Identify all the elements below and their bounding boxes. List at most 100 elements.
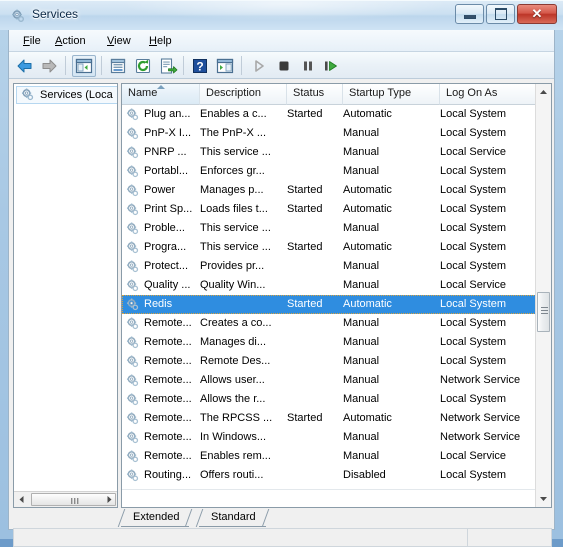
maximize-button[interactable] (486, 4, 515, 24)
show-action-pane-icon[interactable] (215, 56, 235, 76)
list-vertical-scrollbar[interactable] (535, 84, 551, 507)
table-row[interactable]: Proble... This service ... Manual Local Sys… (122, 219, 536, 238)
table-row[interactable]: Remote... Creates a co... Manual Local Syst… (122, 314, 536, 333)
table-row[interactable]: PNRP ... This service ... Manual Local Serv… (122, 143, 536, 162)
cell-logon: Local System (440, 108, 507, 120)
column-header-startup[interactable]: Startup Type (343, 84, 440, 105)
cell-name: Remote... (144, 450, 192, 462)
table-row[interactable]: Progra... This service ... Started Automati… (122, 238, 536, 257)
table-row[interactable]: Print Sp... Loads files t... Started Automa… (122, 200, 536, 219)
service-gear-icon (125, 259, 140, 274)
service-gear-icon (125, 335, 140, 350)
cell-logon: Local Service (440, 146, 507, 158)
column-header-status[interactable]: Status (287, 84, 343, 105)
help-icon[interactable]: ? (190, 56, 210, 76)
service-gear-icon (125, 278, 140, 293)
table-row[interactable]: Portabl... Enforces gr... Manual Local Syst… (122, 162, 536, 181)
list-bottom-strip (122, 489, 536, 507)
menu-item-view[interactable]: View (101, 34, 137, 48)
properties-icon[interactable] (108, 56, 128, 76)
cell-name: Remote... (144, 336, 192, 348)
table-row[interactable]: Remote... Remote Des... Manual Local System (122, 352, 536, 371)
cell-description: This service ... (200, 241, 271, 253)
cell-name: Remote... (144, 393, 192, 405)
cell-startup: Manual (343, 336, 380, 348)
column-header-description[interactable]: Description (200, 84, 287, 105)
table-row[interactable]: Remote... Manages di... Manual Local System (122, 333, 536, 352)
cell-name: Remote... (144, 355, 192, 367)
scroll-left-arrow-icon[interactable] (14, 492, 30, 507)
cell-startup: Automatic (343, 108, 392, 120)
cell-logon: Local System (440, 165, 507, 177)
scroll-right-arrow-icon[interactable] (101, 492, 117, 507)
cell-name: Remote... (144, 317, 192, 329)
cell-description: Provides pr... (200, 260, 265, 272)
cell-startup: Disabled (343, 469, 386, 481)
cell-logon: Local System (440, 260, 507, 272)
window-title: Services (32, 7, 79, 21)
cell-logon: Local System (440, 127, 507, 139)
table-row[interactable]: PnP-X I... The PnP-X ... Manual Local Syste… (122, 124, 536, 143)
close-button[interactable]: ✕ (517, 4, 557, 24)
cell-logon: Local System (440, 184, 507, 196)
minimize-icon (456, 5, 483, 23)
table-row[interactable]: Remote... Allows user... Manual Network Ser… (122, 371, 536, 390)
cell-startup: Manual (343, 260, 380, 272)
svg-text:?: ? (196, 60, 203, 74)
table-row[interactable]: Protect... Provides pr... Manual Local Syst… (122, 257, 536, 276)
cell-startup: Manual (343, 393, 380, 405)
column-header-name[interactable]: Name (122, 84, 200, 105)
scroll-up-arrow-icon[interactable] (536, 84, 551, 101)
tree-horizontal-scrollbar[interactable] (14, 491, 117, 507)
cell-name: Remote... (144, 374, 192, 386)
status-bar-right (468, 528, 552, 547)
service-gear-icon (125, 411, 140, 426)
table-row[interactable]: Plug an... Enables a c... Started Automatic… (122, 105, 536, 124)
cell-logon: Local System (440, 336, 507, 348)
cell-logon: Local Service (440, 279, 507, 291)
cell-startup: Automatic (343, 203, 392, 215)
menu-item-file[interactable]: File (17, 34, 47, 48)
cell-logon: Local Service (440, 450, 507, 462)
toolbar-separator (241, 56, 242, 75)
cell-name: Quality ... (144, 279, 191, 291)
console-tree-pane: Services (Loca (13, 83, 118, 508)
back-arrow-icon[interactable] (15, 56, 35, 76)
menu-item-action[interactable]: Action (49, 34, 92, 48)
services-list-body[interactable]: Plug an... Enables a c... Started Automatic… (122, 105, 536, 489)
table-row[interactable]: Redis Started Automatic Local System (122, 295, 536, 314)
services-gear-icon (10, 8, 26, 24)
tree-item-services-local[interactable]: Services (Loca (16, 86, 117, 104)
service-gear-icon (125, 468, 140, 483)
pause-service-icon[interactable] (298, 56, 318, 76)
restart-service-icon[interactable] (321, 56, 341, 76)
service-gear-icon (125, 183, 140, 198)
table-row[interactable]: Remote... The RPCSS ... Started Automatic Ne… (122, 409, 536, 428)
toolbar-separator (65, 56, 66, 75)
cell-description: The PnP-X ... (200, 127, 267, 139)
scroll-down-arrow-icon[interactable] (536, 490, 551, 507)
menu-item-help[interactable]: Help (143, 34, 178, 48)
cell-startup: Manual (343, 317, 380, 329)
table-row[interactable]: Quality ... Quality Win... Manual Local Ser… (122, 276, 536, 295)
cell-description: This service ... (200, 146, 271, 158)
list-vscroll-thumb[interactable] (537, 292, 550, 332)
table-row[interactable]: Power Manages p... Started Automatic Local S… (122, 181, 536, 200)
table-row[interactable]: Remote... Allows the r... Manual Local Syst… (122, 390, 536, 409)
list-header: Name Description Status Startup Type Log On … (122, 84, 551, 105)
service-gear-icon (125, 354, 140, 369)
export-list-icon[interactable] (158, 56, 178, 76)
minimize-button[interactable] (455, 4, 484, 24)
stop-service-icon[interactable] (274, 56, 294, 76)
cell-status: Started (287, 241, 323, 253)
cell-startup: Manual (343, 165, 380, 177)
cell-logon: Local System (440, 393, 507, 405)
service-gear-icon (125, 430, 140, 445)
refresh-icon[interactable] (133, 56, 153, 76)
column-header-label: Log On As (446, 87, 498, 99)
table-row[interactable]: Remote... In Windows... Manual Network Serv… (122, 428, 536, 447)
table-row[interactable]: Remote... Enables rem... Manual Local Servi… (122, 447, 536, 466)
table-row[interactable]: Routing... Offers routi... Disabled Local S… (122, 466, 536, 485)
show-hide-console-tree-icon[interactable] (74, 56, 94, 76)
cell-description: Allows user... (200, 374, 265, 386)
